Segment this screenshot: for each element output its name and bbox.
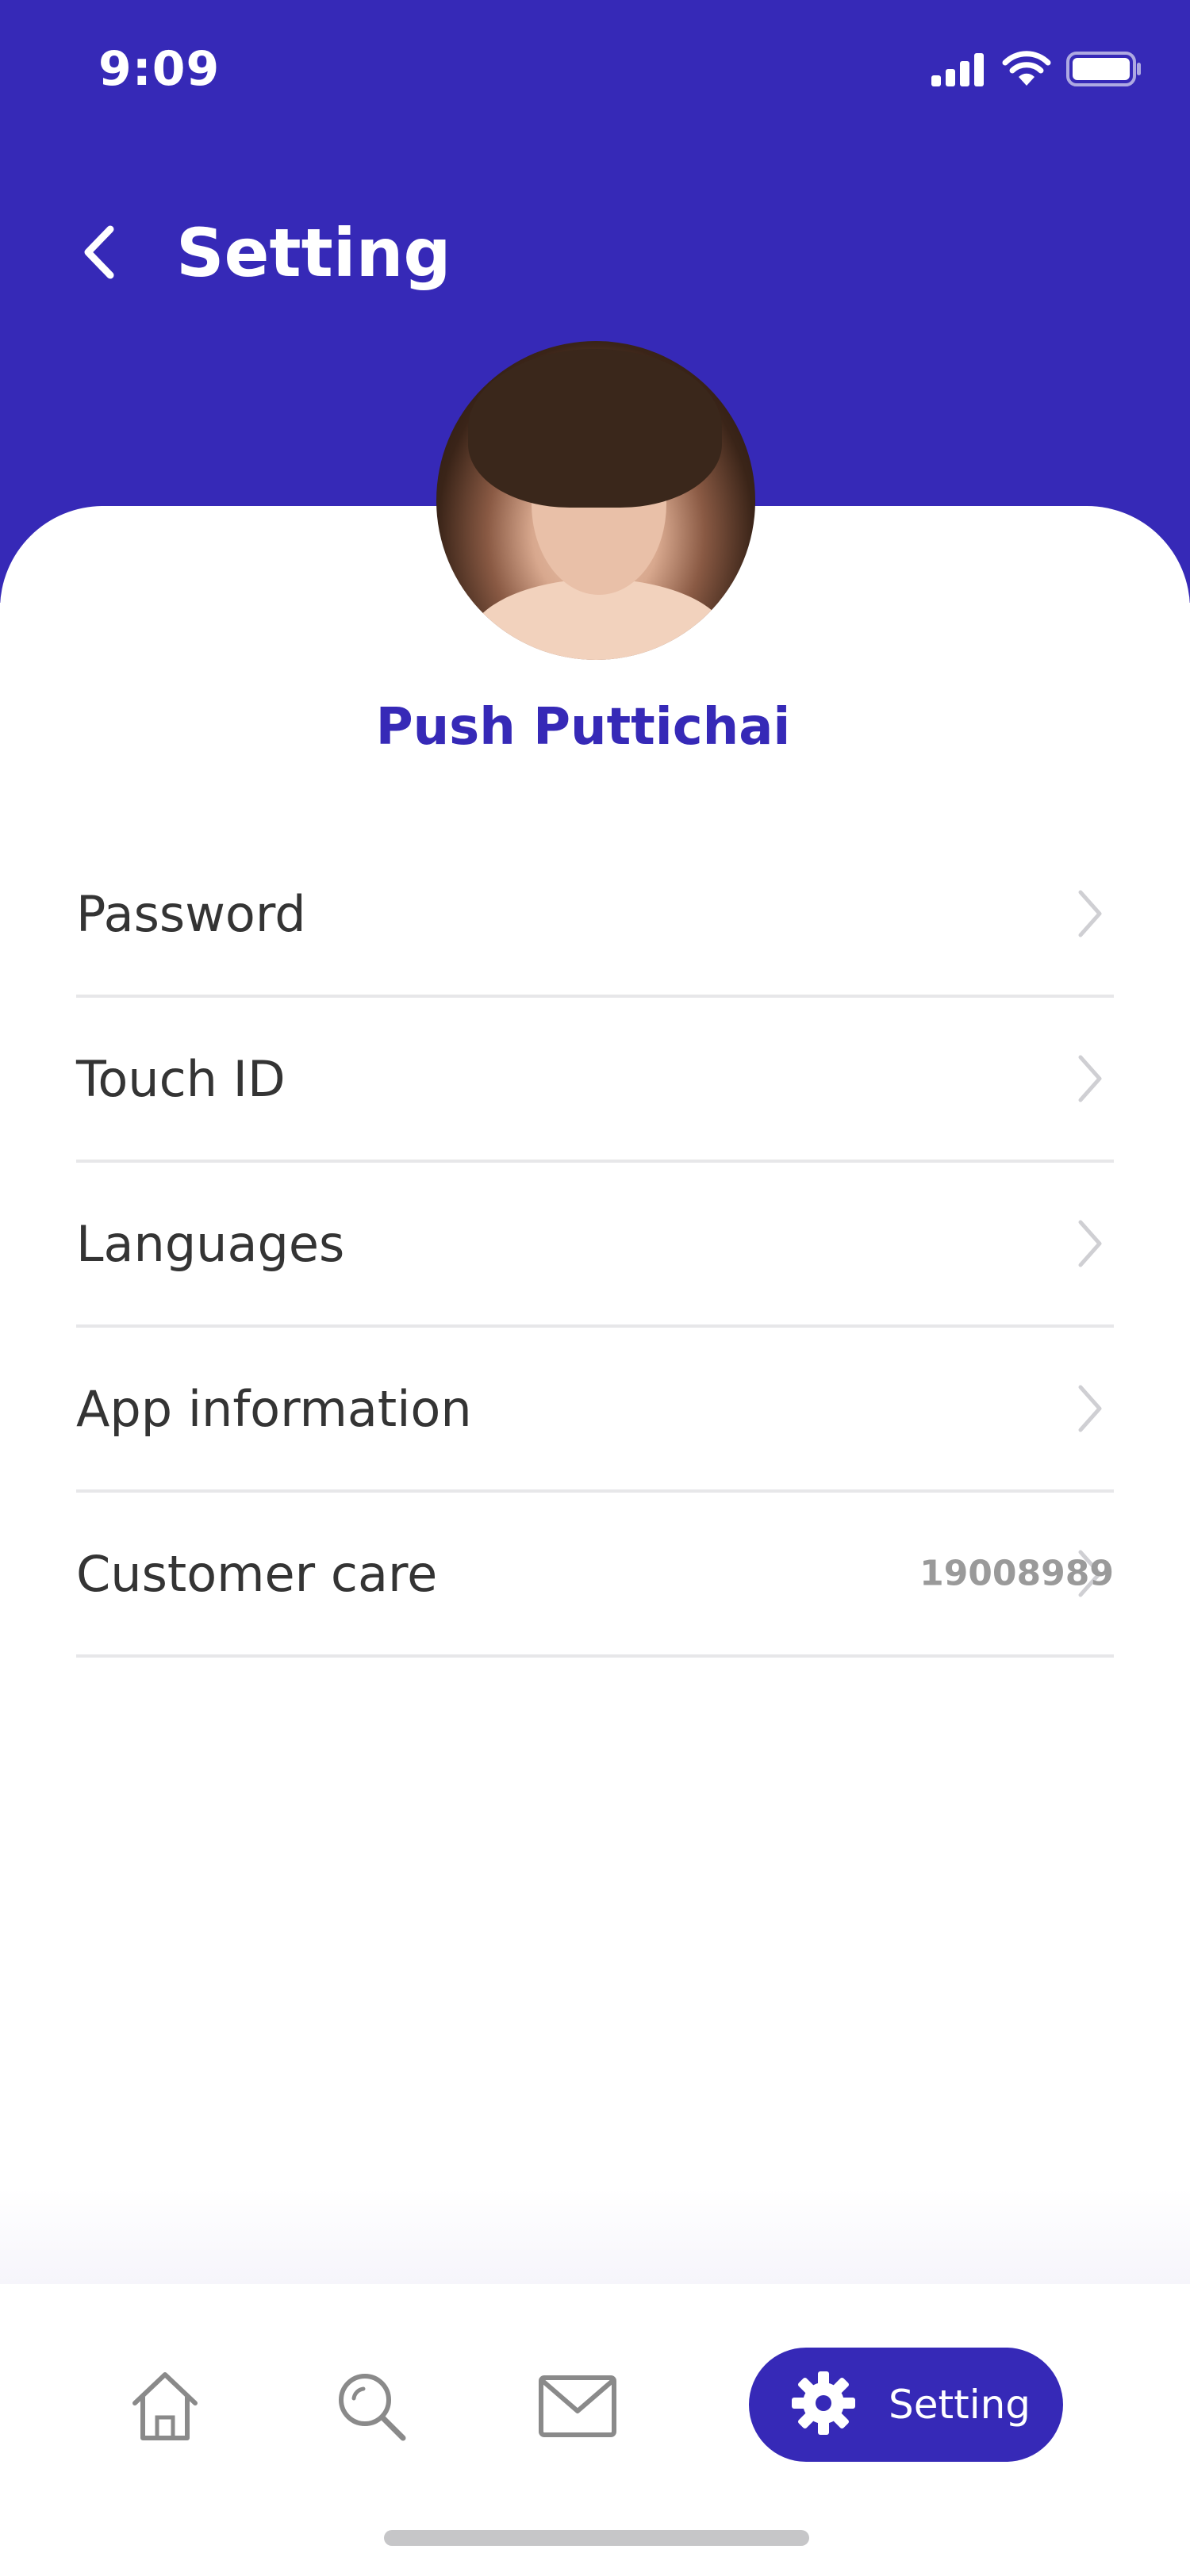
tab-search[interactable] bbox=[324, 2360, 419, 2455]
tab-setting-label: Setting bbox=[889, 2382, 1031, 2428]
settings-item-password[interactable]: Password bbox=[76, 833, 1114, 998]
chevron-right-icon bbox=[1074, 886, 1106, 941]
settings-item-label: Touch ID bbox=[76, 1049, 286, 1108]
settings-item-touch-id[interactable]: Touch ID bbox=[76, 998, 1114, 1163]
profile-name: Push Puttichai bbox=[375, 698, 791, 757]
settings-item-customer-care[interactable]: Customer care 19008989 bbox=[76, 1493, 1114, 1658]
settings-item-app-information[interactable]: App information bbox=[76, 1328, 1114, 1493]
home-icon bbox=[127, 2368, 203, 2448]
avatar[interactable] bbox=[436, 341, 755, 660]
chevron-left-icon bbox=[82, 224, 117, 283]
home-indicator[interactable] bbox=[384, 2530, 809, 2546]
mail-icon bbox=[538, 2373, 617, 2443]
customer-care-number: 19008989 bbox=[919, 1553, 1114, 1594]
navigation-bar: Setting bbox=[0, 198, 1190, 309]
gear-icon bbox=[790, 2370, 857, 2440]
status-time: 9:09 bbox=[98, 41, 221, 97]
tab-home[interactable] bbox=[117, 2360, 213, 2455]
chevron-right-icon bbox=[1074, 1051, 1106, 1106]
tab-mail[interactable] bbox=[530, 2360, 625, 2455]
search-icon bbox=[333, 2368, 409, 2448]
settings-item-languages[interactable]: Languages bbox=[76, 1163, 1114, 1328]
settings-screen: 9:09 Setting Push Puttichai Password Tou… bbox=[0, 0, 1190, 2576]
status-icons bbox=[930, 51, 1142, 90]
settings-list: Password Touch ID Languages App informat… bbox=[76, 833, 1114, 1658]
bottom-fade bbox=[0, 2189, 1190, 2284]
settings-item-label: Customer care bbox=[76, 1544, 438, 1603]
page-title: Setting bbox=[176, 214, 451, 292]
settings-item-label: App information bbox=[76, 1379, 472, 1438]
cellular-signal-icon bbox=[930, 52, 987, 90]
back-button[interactable] bbox=[71, 222, 127, 286]
status-bar: 9:09 bbox=[0, 0, 1190, 143]
settings-item-label: Languages bbox=[76, 1214, 345, 1273]
settings-item-label: Password bbox=[76, 884, 306, 943]
chevron-right-icon bbox=[1074, 1381, 1106, 1436]
battery-icon bbox=[1066, 51, 1142, 90]
tab-setting[interactable]: Setting bbox=[749, 2348, 1063, 2462]
chevron-right-icon bbox=[1074, 1216, 1106, 1271]
wifi-icon bbox=[1001, 51, 1052, 90]
